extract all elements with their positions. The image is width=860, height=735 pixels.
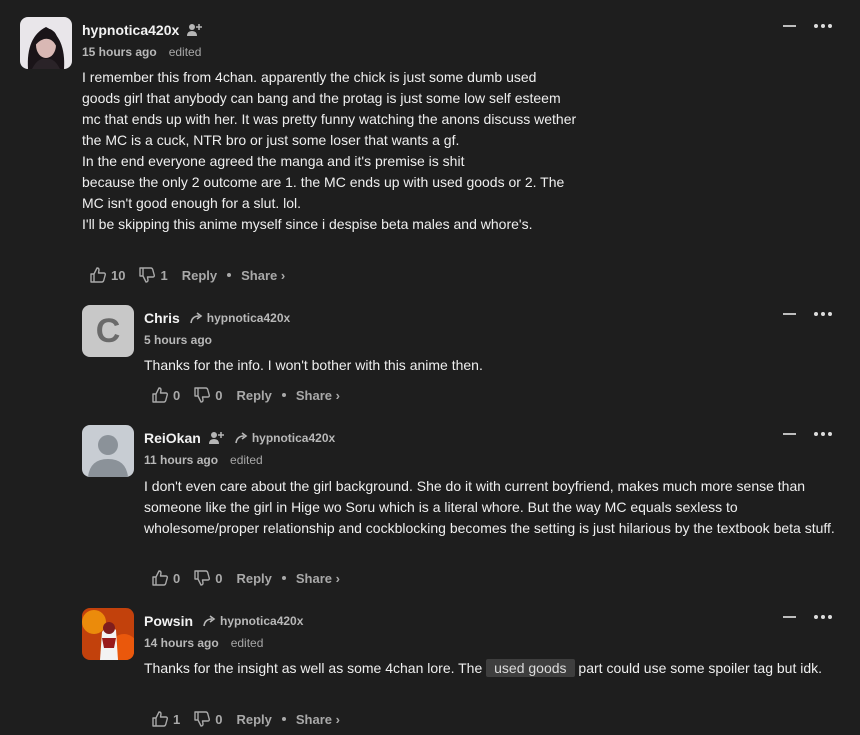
thumbs-down-icon <box>194 711 211 727</box>
edited-label: edited <box>168 45 202 59</box>
comment-actions: 10 1 Reply Share › <box>90 267 285 283</box>
avatar[interactable]: C <box>82 305 134 357</box>
reply-button[interactable]: Reply <box>236 388 271 403</box>
username[interactable]: ReiOkan <box>144 430 201 446</box>
downvote-button[interactable]: 1 <box>139 267 168 283</box>
share-button[interactable]: Share › <box>296 388 340 403</box>
comment-text: part could use some spoiler tag but idk. <box>574 660 823 676</box>
separator-dot <box>281 717 286 721</box>
thumbs-down-icon <box>194 387 211 403</box>
comment-actions: 0 0 Reply Share › <box>152 570 340 586</box>
upvote-button[interactable]: 1 <box>152 711 180 727</box>
comment-body: Thanks for the info. I won't bother with… <box>144 355 844 376</box>
collapse-icon[interactable] <box>783 616 796 618</box>
upvote-count: 0 <box>173 570 181 586</box>
downvote-count: 0 <box>215 711 223 727</box>
username[interactable]: Powsin <box>144 613 193 629</box>
edited-label: edited <box>230 453 263 467</box>
upvote-button[interactable]: 10 <box>90 267 125 283</box>
comment-paragraph: I remember this from 4chan. apparently t… <box>82 69 577 148</box>
reply-button[interactable]: Reply <box>236 712 271 727</box>
follow-user-icon[interactable] <box>208 431 225 445</box>
reply-to-link[interactable]: hypnotica420x <box>235 431 335 445</box>
upvote-count: 1 <box>173 711 181 727</box>
separator-dot <box>281 393 286 397</box>
reply-to-link[interactable]: hypnotica420x <box>203 614 303 628</box>
avatar[interactable] <box>82 425 134 477</box>
avatar[interactable] <box>82 608 134 660</box>
more-options-icon[interactable] <box>814 24 832 28</box>
more-options-icon[interactable] <box>814 312 832 316</box>
thumbs-up-icon <box>152 711 168 727</box>
comment-body: Thanks for the insight as well as some 4… <box>144 658 852 679</box>
comment-paragraph: I'll be skipping this anime myself since… <box>82 216 533 232</box>
share-button[interactable]: Share › <box>296 712 340 727</box>
downvote-count: 0 <box>215 570 223 586</box>
downvote-button[interactable]: 0 <box>194 570 222 586</box>
comment-paragraph: In the end everyone agreed the manga and… <box>82 153 465 169</box>
thumbs-up-icon <box>152 387 168 403</box>
follow-user-icon[interactable] <box>187 23 203 37</box>
comment-body: I don't even care about the girl backgro… <box>144 476 852 539</box>
avatar[interactable] <box>20 17 72 69</box>
timestamp[interactable]: 11 hours ago <box>144 453 218 467</box>
comment-body: I remember this from 4chan. apparently t… <box>82 67 577 235</box>
downvote-button[interactable]: 0 <box>194 387 222 403</box>
reply-button[interactable]: Reply <box>182 268 217 283</box>
more-options-icon[interactable] <box>814 615 832 619</box>
comment-text: Thanks for the insight as well as some 4… <box>144 660 487 676</box>
comment-paragraph: Thanks for the info. I won't bother with… <box>144 357 483 373</box>
reply-to-link[interactable]: hypnotica420x <box>190 311 290 325</box>
reply-arrow-icon <box>203 615 216 627</box>
upvote-count: 10 <box>111 267 126 283</box>
collapse-icon[interactable] <box>783 313 796 315</box>
comment-paragraph: I don't even care about the girl backgro… <box>144 478 835 536</box>
username[interactable]: Chris <box>144 310 180 326</box>
reply-arrow-icon <box>235 432 248 444</box>
timestamp[interactable]: 5 hours ago <box>144 333 212 347</box>
spoiler-text[interactable]: used goods <box>486 659 575 677</box>
more-options-icon[interactable] <box>814 432 832 436</box>
edited-label: edited <box>230 636 264 650</box>
thumbs-down-icon <box>139 267 156 283</box>
share-button[interactable]: Share › <box>296 571 340 586</box>
reply-to-user: hypnotica420x <box>206 311 291 325</box>
upvote-button[interactable]: 0 <box>152 570 180 586</box>
downvote-count: 0 <box>215 387 223 403</box>
username[interactable]: hypnotica420x <box>82 22 179 38</box>
comment-actions: 1 0 Reply Share › <box>152 711 340 727</box>
separator-dot <box>227 273 232 277</box>
comment-actions: 0 0 Reply Share › <box>152 387 340 403</box>
reply-arrow-icon <box>190 312 203 324</box>
thumbs-down-icon <box>194 570 211 586</box>
comment-paragraph: because the only 2 outcome are 1. the MC… <box>82 174 565 211</box>
timestamp[interactable]: 15 hours ago <box>82 45 157 59</box>
downvote-button[interactable]: 0 <box>194 711 222 727</box>
comment-paragraph: Thanks for the insight as well as some 4… <box>144 658 852 679</box>
downvote-count: 1 <box>160 267 168 283</box>
upvote-button[interactable]: 0 <box>152 387 180 403</box>
reply-to-user: hypnotica420x <box>220 614 304 628</box>
separator-dot <box>281 576 286 580</box>
share-button[interactable]: Share › <box>241 268 285 283</box>
reply-button[interactable]: Reply <box>236 571 271 586</box>
collapse-icon[interactable] <box>783 433 796 435</box>
collapse-icon[interactable] <box>783 25 796 27</box>
timestamp[interactable]: 14 hours ago <box>144 636 219 650</box>
upvote-count: 0 <box>173 387 181 403</box>
reply-to-user: hypnotica420x <box>251 431 336 445</box>
thumbs-up-icon <box>152 570 168 586</box>
thumbs-up-icon <box>90 267 106 283</box>
